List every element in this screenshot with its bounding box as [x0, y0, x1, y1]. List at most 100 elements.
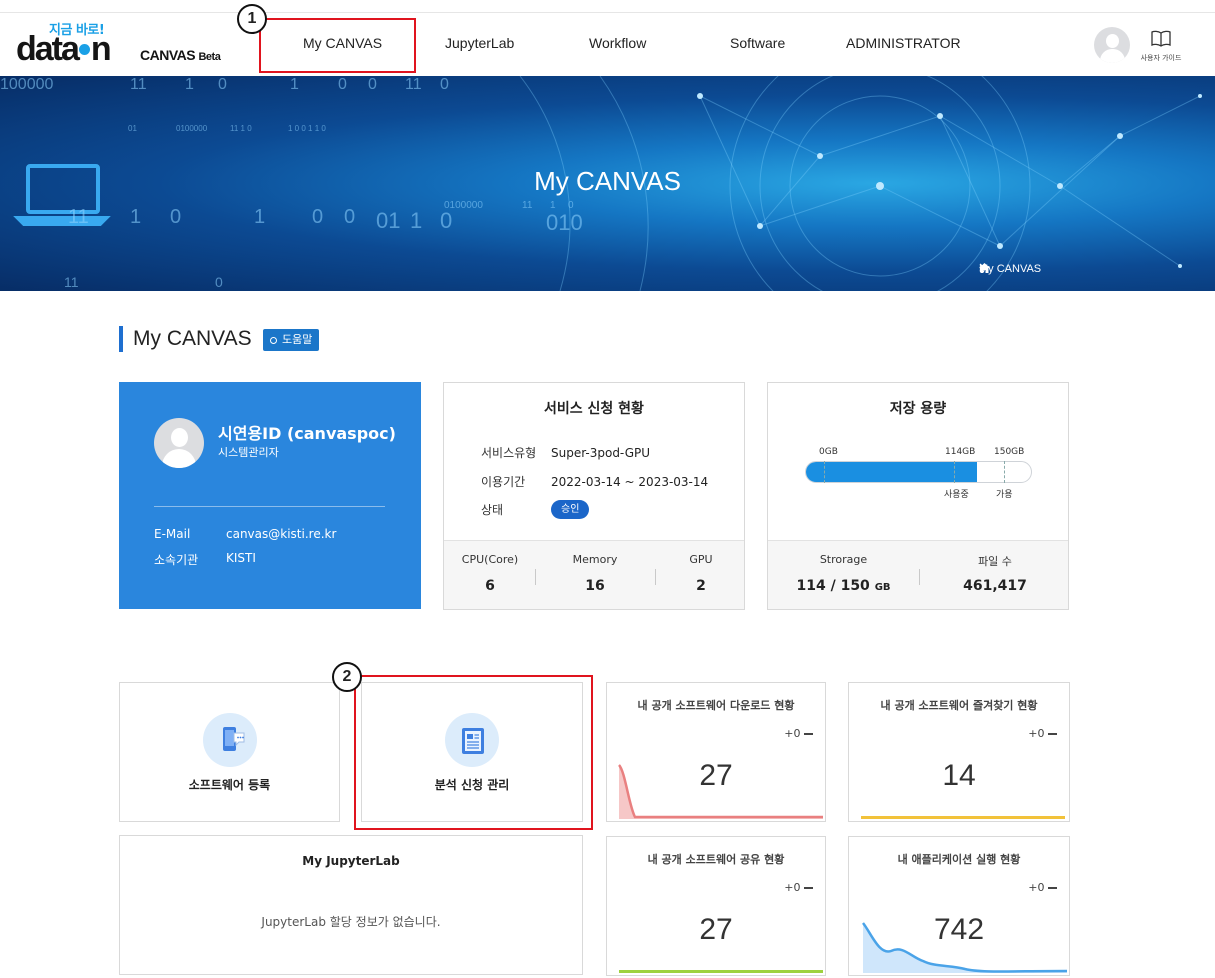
profile-divider [154, 506, 385, 507]
service-period-label: 이용기간 [481, 475, 526, 489]
files-value: 461,417 [963, 578, 1027, 594]
user-guide-button[interactable]: 사용자 가이드 [1136, 29, 1186, 63]
service-status-card: 서비스 신청 현황 서비스유형 Super-3pod-GPU 이용기간 2022… [443, 382, 745, 610]
storage-max-marker [1004, 461, 1005, 483]
minus-icon [1048, 733, 1057, 735]
gpu-value: 2 [696, 578, 706, 594]
nav-workflow[interactable]: Workflow [589, 35, 646, 51]
hero-banner: 100000 11 1 0 1 0 0 11 0 01 0100000 11 1… [0, 76, 1215, 291]
stat-title: 내 애플리케이션 실행 현황 [897, 853, 1021, 866]
status-badge: 승인 [551, 500, 590, 519]
service-type-row: 서비스유형 Super-3pod-GPU [481, 444, 650, 461]
storage-used-caption: 사용중 [944, 490, 969, 500]
logo-wordmark: data n [16, 30, 112, 68]
service-status-label: 상태 [481, 503, 504, 517]
chevron-right-icon [979, 263, 985, 272]
nav-jupyterlab[interactable]: JupyterLab [445, 35, 514, 51]
top-strip [0, 0, 1215, 13]
header: 지금 바로! data n CANVAS Beta My CANVAS Jupyt… [0, 13, 1215, 76]
storage-min-marker [824, 461, 825, 483]
storage-stat-label: Strorage [819, 553, 868, 566]
annotation-marker-2: 2 [332, 662, 362, 692]
storage-used-marker [954, 461, 955, 483]
page-title: My CANVAS [119, 326, 252, 352]
help-icon [270, 336, 277, 344]
service-type: Super-3pod-GPU [551, 445, 651, 460]
software-register-tile[interactable]: 소프트웨어 등록 [119, 682, 340, 822]
profile-org: KISTI [226, 551, 256, 565]
storage-usage-bar [805, 461, 1032, 483]
jupyterlab-panel-title: My JupyterLab [302, 854, 400, 868]
stat-delta: +0 [1028, 881, 1057, 894]
download-sparkline [617, 764, 823, 819]
stat-title: 내 공개 소프트웨어 공유 현황 [647, 853, 785, 866]
cpu-value: 6 [485, 578, 495, 594]
profile-email: canvas@kisti.re.kr [226, 527, 337, 541]
logo-product: CANVAS Beta [140, 47, 221, 63]
profile-email-label: E-Mail [154, 527, 191, 541]
help-button[interactable]: 도움말 [263, 329, 320, 351]
annotation-marker-1: 1 [237, 4, 267, 34]
resource-summary: CPU(Core) 6 Memory 16 GPU 2 [444, 540, 744, 609]
storage-used-label: 114GB [945, 447, 976, 457]
storage-stat-value: 114 / 150 GB [796, 578, 891, 594]
storage-summary: Strorage 114 / 150 GB 파일 수 461,417 [768, 540, 1068, 609]
gpu-label: GPU [689, 553, 713, 566]
profile-avatar [154, 418, 204, 468]
minus-icon [804, 733, 813, 735]
service-period-row: 이용기간 2022-03-14 ~ 2023-03-14 [481, 473, 708, 490]
logo[interactable]: 지금 바로! data n CANVAS Beta [16, 19, 246, 71]
minus-icon [804, 887, 813, 889]
stat-card-favorites: 내 공개 소프트웨어 즐겨찾기 현황 +0 14 [848, 682, 1070, 822]
nav-administrator[interactable]: ADMINISTRATOR [846, 35, 961, 51]
logo-dot-icon [78, 43, 90, 55]
profile-card: 시연용ID (canvaspoc) 시스템관리자 E-Mail canvas@k… [119, 382, 421, 609]
stat-title: 내 공개 소프트웨어 즐겨찾기 현황 [880, 699, 1038, 712]
stat-value: 14 [942, 759, 976, 792]
stat-title: 내 공개 소프트웨어 다운로드 현황 [637, 699, 795, 712]
service-status-row: 상태 승인 [481, 500, 590, 519]
stat-card-shares: 내 공개 소프트웨어 공유 현황 +0 27 [606, 836, 826, 976]
software-register-icon [203, 713, 257, 767]
stat-delta: +0 [1028, 727, 1057, 740]
memory-label: Memory [572, 553, 618, 566]
cpu-label: CPU(Core) [461, 553, 519, 566]
shares-trend-line [619, 970, 823, 973]
user-avatar[interactable] [1094, 27, 1130, 63]
book-icon [1151, 30, 1171, 47]
my-jupyterlab-panel: My JupyterLab JupyterLab 할당 정보가 없습니다. [119, 835, 583, 975]
breadcrumb: My CANVAS [979, 263, 1041, 275]
stat-value: 27 [699, 913, 733, 946]
annotation-box-2 [354, 675, 593, 830]
favorites-trend-line [861, 816, 1065, 819]
stat-card-app-runs: 내 애플리케이션 실행 현황 +0 742 [848, 836, 1070, 976]
jupyterlab-empty-message: JupyterLab 할당 정보가 없습니다. [261, 915, 441, 929]
storage-card-title: 저장 용량 [889, 401, 947, 417]
profile-role: 시스템관리자 [218, 446, 279, 459]
stat-delta: +0 [784, 881, 813, 894]
service-card-title: 서비스 신청 현황 [544, 401, 644, 417]
storage-min-label: 0GB [819, 447, 838, 457]
annotation-box-1 [259, 18, 416, 73]
user-guide-label: 사용자 가이드 [1140, 54, 1182, 62]
service-type-label: 서비스유형 [481, 446, 537, 460]
profile-org-row: 소속기관 KISTI [154, 551, 256, 568]
memory-value: 16 [585, 578, 605, 594]
stat-delta: +0 [784, 727, 813, 740]
service-period: 2022-03-14 ~ 2023-03-14 [551, 474, 709, 489]
help-button-label: 도움말 [282, 333, 313, 346]
storage-max-label: 150GB [994, 447, 1025, 457]
files-label: 파일 수 [978, 555, 1012, 568]
profile-email-row: E-Mail canvas@kisti.re.kr [154, 527, 336, 541]
banner-title: My CANVAS [534, 166, 681, 196]
storage-avail-caption: 가용 [996, 490, 1013, 500]
nav-software[interactable]: Software [730, 35, 785, 51]
stat-card-downloads: 내 공개 소프트웨어 다운로드 현황 +0 27 [606, 682, 826, 822]
profile-name: 시연용ID (canvaspoc) [218, 424, 396, 443]
storage-card: 저장 용량 0GB 114GB 150GB 사용중 가용 Strorage 11… [767, 382, 1069, 610]
software-register-label: 소프트웨어 등록 [188, 778, 271, 792]
storage-usage-fill [806, 462, 977, 482]
app-runs-sparkline [862, 922, 1067, 973]
profile-org-label: 소속기관 [154, 553, 199, 567]
minus-icon [1048, 887, 1057, 889]
